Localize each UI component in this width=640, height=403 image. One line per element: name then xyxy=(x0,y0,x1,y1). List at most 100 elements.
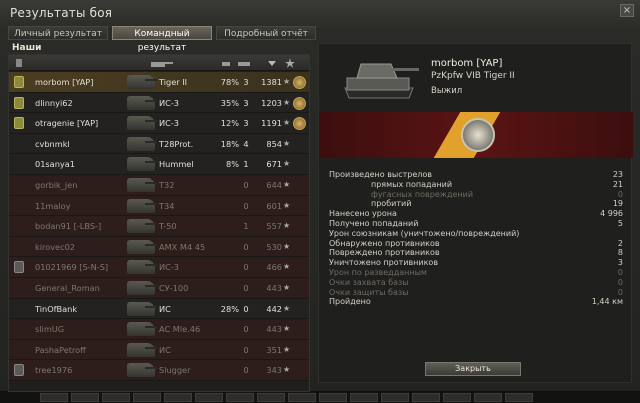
tank-name: Tiger II xyxy=(159,77,188,87)
taskbar-item[interactable] xyxy=(71,393,99,402)
tank-icon xyxy=(127,95,157,110)
experience: 443 xyxy=(266,324,282,335)
experience: 1381 xyxy=(261,77,282,87)
taskbar-item[interactable] xyxy=(412,393,440,402)
stat-label: пробитий xyxy=(371,199,412,209)
medal-icon[interactable] xyxy=(293,76,306,89)
close-window-button[interactable]: × xyxy=(620,4,634,17)
stat-label: Нанесено урона xyxy=(329,209,397,219)
taskbar-item[interactable] xyxy=(102,393,130,402)
player-row[interactable]: otragenie [YAP] ИС-3 12% 3 1191 ★ xyxy=(9,113,309,134)
badge-column-icon[interactable] xyxy=(14,58,24,68)
star-icon: ★ xyxy=(283,241,291,251)
taskbar-item[interactable] xyxy=(381,393,409,402)
table-header xyxy=(9,55,309,71)
taskbar-item[interactable] xyxy=(443,393,471,402)
star-icon: ★ xyxy=(283,179,291,189)
tank-icon xyxy=(127,280,157,295)
tank-icon xyxy=(127,322,157,337)
taskbar-item[interactable] xyxy=(195,393,223,402)
player-row[interactable]: morbom [YAP] Tiger II 78% 3 1381 ★ xyxy=(9,72,309,93)
star-column-icon[interactable] xyxy=(285,58,295,68)
taskbar-item[interactable] xyxy=(164,393,192,402)
player-row[interactable]: dlinnyi62 ИС-3 35% 3 1203 ★ xyxy=(9,92,309,114)
sort-down-icon[interactable] xyxy=(267,58,277,68)
player-row[interactable]: TinOfBank ИС 28% 0 442 ★ xyxy=(9,298,309,320)
star-icon: ★ xyxy=(283,221,291,231)
tank-icon xyxy=(127,363,157,378)
player-row[interactable]: 01sanya1 Hummel 8% 1 671 ★ xyxy=(9,154,309,175)
detail-stats: Произведено выстрелов 23 прямых попаданий 2… xyxy=(329,170,623,307)
medal-icon[interactable] xyxy=(293,117,306,131)
damage-percent: 78% xyxy=(220,77,239,87)
taskbar-item[interactable] xyxy=(40,393,68,402)
kills-count: 0 xyxy=(243,241,249,252)
damage-column-icon[interactable] xyxy=(221,58,231,68)
experience: 343 xyxy=(266,365,282,376)
star-icon: ★ xyxy=(283,97,291,107)
player-detail-panel: morbom [YAP] PzKpfw VIB Tiger II Выжил П… xyxy=(318,43,633,383)
tank-icon xyxy=(127,239,157,254)
stat-label: Пройдено xyxy=(329,297,371,307)
player-row[interactable]: PashaPetroff ИС 0 351 ★ xyxy=(9,339,309,361)
tank-icon xyxy=(127,219,157,234)
tank-name: T34 xyxy=(159,200,175,211)
tank-icon xyxy=(127,116,157,131)
stat-value: 19 xyxy=(612,199,623,209)
player-row[interactable]: 01021969 [S-N-S] ИС-3 0 466 ★ xyxy=(9,257,309,278)
experience: 466 xyxy=(266,262,282,273)
stat-label: Повреждено противников xyxy=(329,248,440,258)
stat-row: Урон по разведданным 0 xyxy=(329,268,623,278)
taskbar-item[interactable] xyxy=(257,393,285,402)
detail-tank-name: PzKpfw VIB Tiger II xyxy=(431,71,515,81)
stat-label: Урон союзникам (уничтожено/повреждений) xyxy=(329,228,520,238)
star-icon: ★ xyxy=(283,118,291,128)
stat-row: Очки захвата базы 0 xyxy=(329,278,623,288)
taskbar-item[interactable] xyxy=(505,393,533,402)
taskbar-item[interactable] xyxy=(288,393,316,402)
kills-count: 3 xyxy=(243,97,249,108)
kills-column-icon[interactable] xyxy=(237,58,251,68)
player-row[interactable]: bodan91 [-LBS-] T-50 1 557 ★ xyxy=(9,216,309,237)
taskbar-item[interactable] xyxy=(474,393,502,402)
damage-percent: 18% xyxy=(220,138,239,149)
experience: 1191 xyxy=(261,118,282,129)
tab-team-result[interactable]: Командный результат xyxy=(112,26,212,53)
stat-value: 2 xyxy=(617,238,623,248)
star-icon: ★ xyxy=(283,282,291,292)
tabs-bar: Личный результат Командный результат Под… xyxy=(8,26,320,53)
stat-label: Урон по разведданным xyxy=(329,267,427,277)
experience: 442 xyxy=(266,303,282,314)
battle-results-window: Результаты боя × Личный результат Команд… xyxy=(0,0,640,392)
kills-count: 4 xyxy=(243,138,249,149)
stat-value: 5 xyxy=(617,218,623,228)
close-button[interactable]: Закрыть xyxy=(425,362,521,376)
player-row[interactable]: kirovec02 AMX M4 45 0 530 ★ xyxy=(9,236,309,258)
taskbar-item[interactable] xyxy=(319,393,347,402)
medal-icon[interactable] xyxy=(293,96,306,110)
player-row[interactable]: 11maloy T34 0 601 ★ xyxy=(9,195,309,217)
taskbar-item[interactable] xyxy=(226,393,254,402)
tank-icon xyxy=(127,198,157,213)
player-name: 01sanya1 xyxy=(35,159,75,170)
star-icon: ★ xyxy=(283,77,291,86)
player-row[interactable]: gorbik_jen T32 0 644 ★ xyxy=(9,174,309,196)
tank-column-icon[interactable] xyxy=(149,58,173,68)
player-name: 01021969 [S-N-S] xyxy=(35,262,109,273)
tank-icon xyxy=(127,75,157,89)
bottom-taskbar xyxy=(0,392,640,403)
stat-label: Обнаружено противников xyxy=(329,238,440,248)
taskbar-item[interactable] xyxy=(350,393,378,402)
tab-detailed-report[interactable]: Подробный отчёт xyxy=(216,26,316,40)
experience: 443 xyxy=(266,282,282,293)
player-name: General_Roman xyxy=(35,282,100,293)
taskbar-item[interactable] xyxy=(133,393,161,402)
player-row[interactable]: General_Roman СУ-100 0 443 ★ xyxy=(9,277,309,299)
experience: 671 xyxy=(266,159,282,170)
player-row[interactable]: cvbnmkl T28Prot. 18% 4 854 ★ xyxy=(9,133,309,155)
tab-personal-result[interactable]: Личный результат xyxy=(8,26,108,40)
experience: 644 xyxy=(266,179,282,190)
player-row[interactable]: tree1976 Slugger 0 343 ★ xyxy=(9,360,309,381)
stat-value: 21 xyxy=(612,179,623,189)
player-row[interactable]: slimUG AC Mle.46 0 443 ★ xyxy=(9,319,309,340)
